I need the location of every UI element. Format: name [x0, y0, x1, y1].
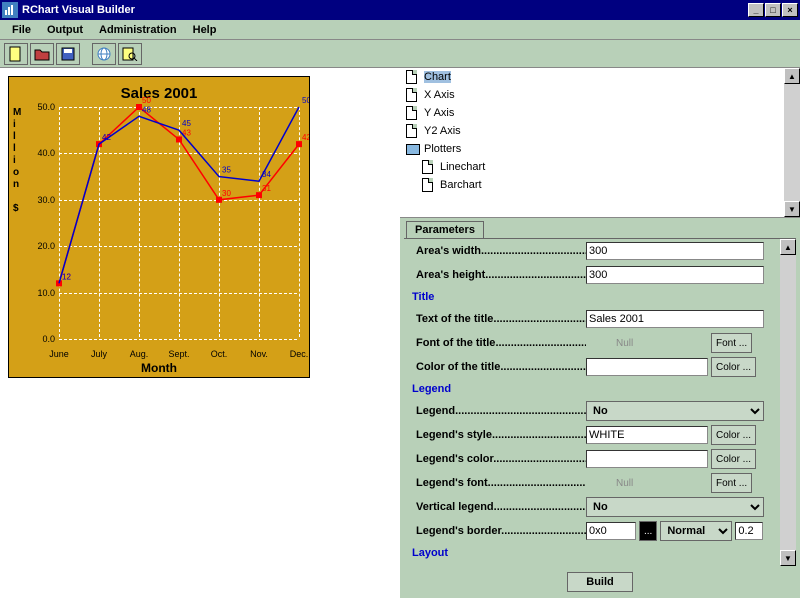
web-button[interactable] [92, 43, 116, 65]
border-width-input[interactable] [735, 522, 763, 540]
border-dots-button[interactable]: ... [639, 521, 657, 541]
border-label: Legend's border [416, 525, 586, 537]
tree-item-y2-axis[interactable]: Y2 Axis [400, 122, 800, 140]
tree-label: Linechart [440, 161, 485, 173]
chart-plot: 1242504330314212424845353450 [9, 77, 309, 377]
app-icon [2, 2, 18, 18]
tree-label: Chart [424, 71, 451, 83]
document-icon [406, 123, 420, 139]
document-icon [406, 87, 420, 103]
legend-color-label: Legend's color [416, 453, 586, 465]
svg-text:31: 31 [262, 184, 271, 193]
svg-text:50: 50 [302, 96, 309, 105]
title-font-button[interactable]: Font ... [711, 333, 752, 353]
title-color-button[interactable]: Color ... [711, 357, 756, 377]
tree-panel: Chart X Axis Y Axis Y2 Axis Plotters Linechar… [400, 68, 800, 218]
svg-text:45: 45 [182, 119, 191, 128]
window-titlebar: RChart Visual Builder _ □ × [0, 0, 800, 20]
save-button[interactable] [56, 43, 80, 65]
document-icon [422, 159, 436, 175]
document-icon [422, 177, 436, 193]
tree-item-barchart[interactable]: Barchart [400, 176, 800, 194]
scroll-down-icon[interactable]: ▼ [780, 550, 796, 566]
title-color-label: Color of the title [416, 361, 586, 373]
scroll-up-icon[interactable]: ▲ [784, 68, 800, 84]
legend-font-null: Null [586, 478, 708, 489]
area-width-input[interactable] [586, 242, 764, 260]
menu-output[interactable]: Output [39, 22, 91, 38]
document-icon [406, 105, 420, 121]
params-scrollbar[interactable]: ▲ ▼ [780, 239, 796, 566]
tree-label: X Axis [424, 89, 455, 101]
new-button[interactable] [4, 43, 28, 65]
area-width-label: Area's width [416, 245, 586, 257]
svg-text:30: 30 [222, 189, 231, 198]
tree-item-x-axis[interactable]: X Axis [400, 86, 800, 104]
tree-item-linechart[interactable]: Linechart [400, 158, 800, 176]
svg-text:12: 12 [62, 272, 71, 281]
tree-label: Y2 Axis [424, 125, 461, 137]
border-style-select[interactable]: Normal [660, 521, 732, 541]
document-icon [406, 69, 420, 85]
menu-help[interactable]: Help [185, 22, 225, 38]
svg-text:42: 42 [302, 133, 309, 142]
legend-label: Legend [416, 405, 586, 417]
open-button[interactable] [30, 43, 54, 65]
layout-section: Layout [404, 543, 780, 563]
legend-style-label: Legend's style [416, 429, 586, 441]
scroll-up-icon[interactable]: ▲ [780, 239, 796, 255]
tree-label: Barchart [440, 179, 482, 191]
border-input[interactable] [586, 522, 636, 540]
legend-style-input[interactable] [586, 426, 708, 444]
title-font-label: Font of the title [416, 337, 586, 349]
scroll-down-icon[interactable]: ▼ [784, 201, 800, 217]
legend-section: Legend [404, 379, 780, 399]
chart-preview: Sales 2001 Million $ Month 0.010.020.030… [8, 76, 310, 378]
tree-scrollbar[interactable]: ▲ ▼ [784, 68, 800, 217]
minimize-button[interactable]: _ [748, 3, 764, 17]
legend-select[interactable]: No [586, 401, 764, 421]
title-color-input[interactable] [586, 358, 708, 376]
svg-text:35: 35 [222, 166, 231, 175]
title-font-null: Null [586, 338, 708, 349]
svg-text:34: 34 [262, 170, 271, 179]
svg-text:50: 50 [142, 96, 151, 105]
menu-file[interactable]: File [4, 22, 39, 38]
legend-font-button[interactable]: Font ... [711, 473, 752, 493]
toolbar [0, 40, 800, 68]
vlegend-select[interactable]: No [586, 497, 764, 517]
preview-button[interactable] [118, 43, 142, 65]
legend-font-label: Legend's font [416, 477, 586, 489]
menu-administration[interactable]: Administration [91, 22, 185, 38]
parameters-panel: Area's width Area's height Title Text of… [404, 238, 796, 566]
title-text-label: Text of the title [416, 313, 586, 325]
maximize-button[interactable]: □ [765, 3, 781, 17]
area-height-input[interactable] [586, 266, 764, 284]
tree-label: Plotters [424, 143, 461, 155]
svg-text:48: 48 [142, 105, 151, 114]
tree-label: Y Axis [424, 107, 454, 119]
legend-color-button[interactable]: Color ... [711, 449, 756, 469]
window-title: RChart Visual Builder [22, 4, 748, 16]
vlegend-label: Vertical legend [416, 501, 586, 513]
legend-color-input[interactable] [586, 450, 708, 468]
tree-item-chart[interactable]: Chart [400, 68, 800, 86]
area-height-label: Area's height [416, 269, 586, 281]
chart-preview-panel: Sales 2001 Million $ Month 0.010.020.030… [0, 68, 400, 598]
title-text-input[interactable] [586, 310, 764, 328]
build-button[interactable]: Build [567, 572, 633, 592]
menubar: File Output Administration Help [0, 20, 800, 40]
legend-style-color-button[interactable]: Color ... [711, 425, 756, 445]
tree-item-plotters[interactable]: Plotters [400, 140, 800, 158]
title-section: Title [404, 287, 780, 307]
close-button[interactable]: × [782, 3, 798, 17]
folder-icon [406, 141, 420, 157]
parameters-tab[interactable]: Parameters [406, 221, 484, 238]
svg-text:42: 42 [102, 133, 111, 142]
tree-item-y-axis[interactable]: Y Axis [400, 104, 800, 122]
